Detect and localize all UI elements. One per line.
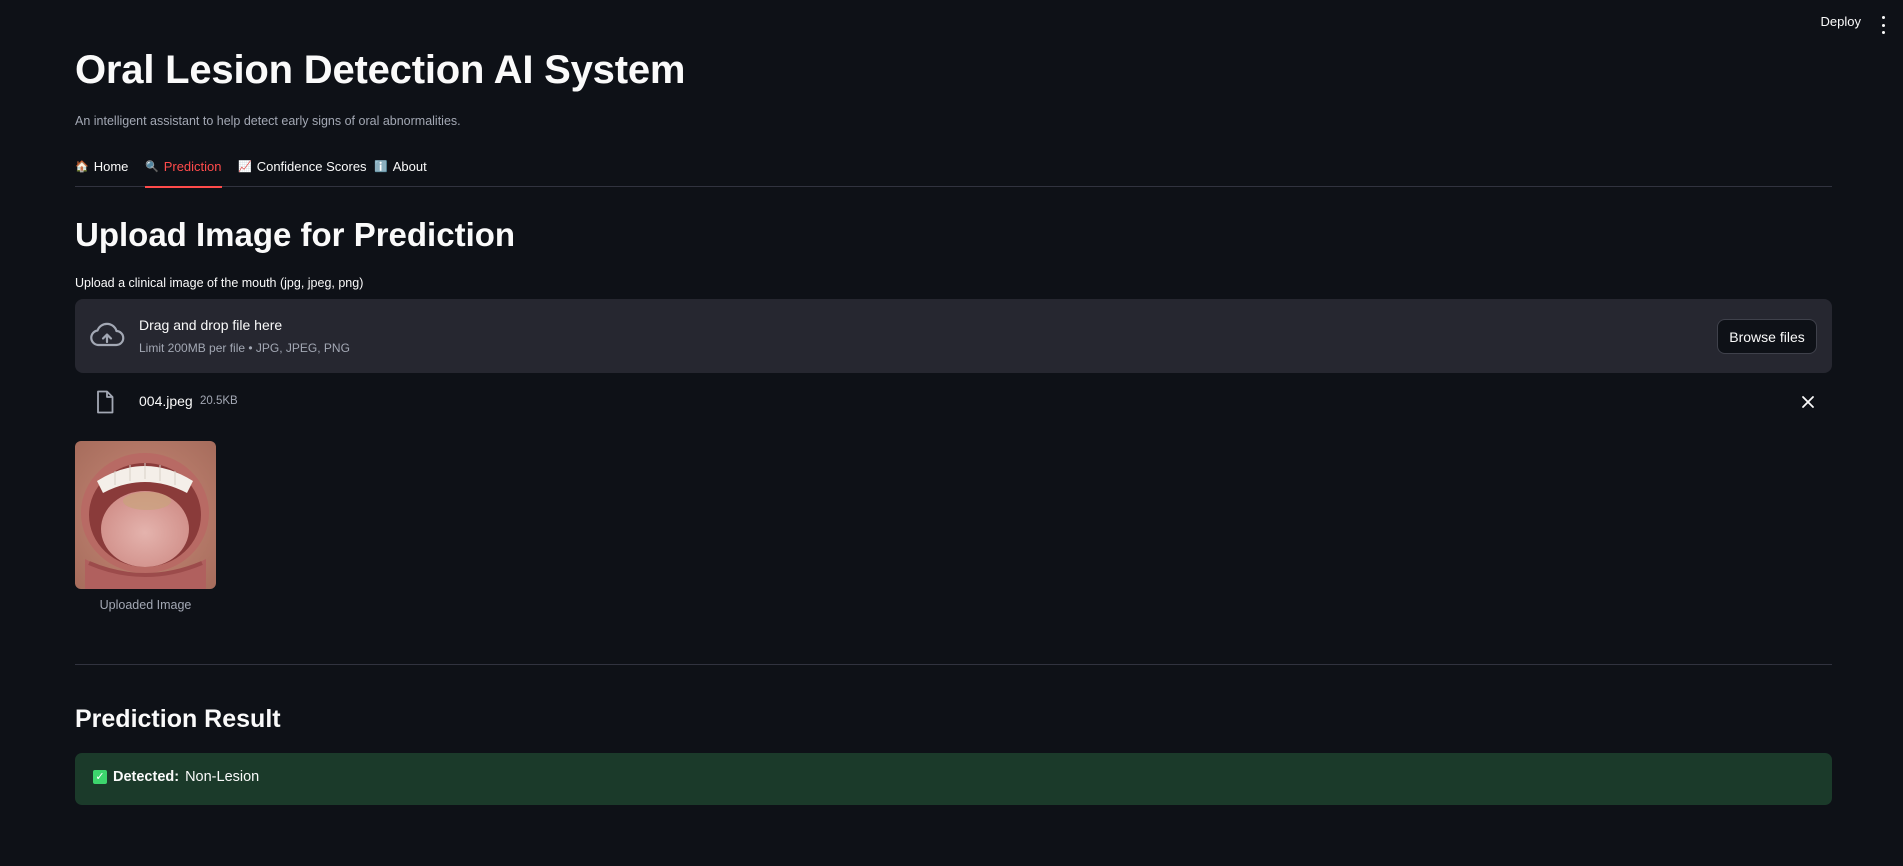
tab-about[interactable]: ℹ️ About xyxy=(374,154,427,187)
magnifier-icon: 🔍 xyxy=(145,161,159,173)
file-dropzone[interactable]: Drag and drop file here Limit 200MB per … xyxy=(75,299,1832,373)
deploy-button[interactable]: Deploy xyxy=(1821,14,1861,29)
check-icon: ✓ xyxy=(93,770,107,784)
result-value: Non-Lesion xyxy=(185,769,260,785)
tab-label: Prediction xyxy=(163,159,222,174)
divider xyxy=(75,664,1832,665)
upload-label: Upload a clinical image of the mouth (jp… xyxy=(75,276,364,290)
page-title: Oral Lesion Detection AI System xyxy=(75,48,686,92)
chart-increasing-icon: 📈 xyxy=(238,161,252,173)
upload-heading: Upload Image for Prediction xyxy=(75,216,516,253)
image-caption: Uploaded Image xyxy=(99,598,192,612)
uploaded-file-row: 004.jpeg 20.5KB xyxy=(75,390,1832,416)
file-icon xyxy=(97,390,114,414)
dropzone-limit: Limit 200MB per file • JPG, JPEG, PNG xyxy=(139,341,350,355)
tab-label: About xyxy=(392,159,427,174)
browse-files-button[interactable]: Browse files xyxy=(1717,319,1817,354)
file-size: 20.5KB xyxy=(200,395,238,407)
tab-prediction[interactable]: 🔍 Prediction xyxy=(145,154,222,188)
info-icon: ℹ️ xyxy=(374,161,388,173)
result-label: Detected: xyxy=(113,769,180,785)
top-bar: Deploy xyxy=(0,0,1903,48)
tab-bar: 🏠 Home 🔍 Prediction 📈 Confidence Scores … xyxy=(75,154,1832,188)
file-name: 004.jpeg xyxy=(139,393,193,409)
uploaded-image xyxy=(75,441,216,589)
result-heading: Prediction Result xyxy=(75,705,281,733)
tab-label: Confidence Scores xyxy=(256,159,367,174)
result-alert: ✓ Detected: Non-Lesion xyxy=(75,753,1832,805)
tab-confidence-scores[interactable]: 📈 Confidence Scores xyxy=(238,154,367,187)
dropzone-instructions: Drag and drop file here xyxy=(139,317,283,333)
tab-home[interactable]: 🏠 Home xyxy=(75,154,128,187)
result-message: ✓ Detected: Non-Lesion xyxy=(93,769,259,785)
close-icon[interactable] xyxy=(1800,394,1816,410)
cloud-upload-icon xyxy=(90,322,125,347)
page-subtitle: An intelligent assistant to help detect … xyxy=(75,114,461,128)
tab-label: Home xyxy=(93,159,129,174)
kebab-menu-icon[interactable] xyxy=(1873,16,1893,34)
home-icon: 🏠 xyxy=(75,161,89,173)
